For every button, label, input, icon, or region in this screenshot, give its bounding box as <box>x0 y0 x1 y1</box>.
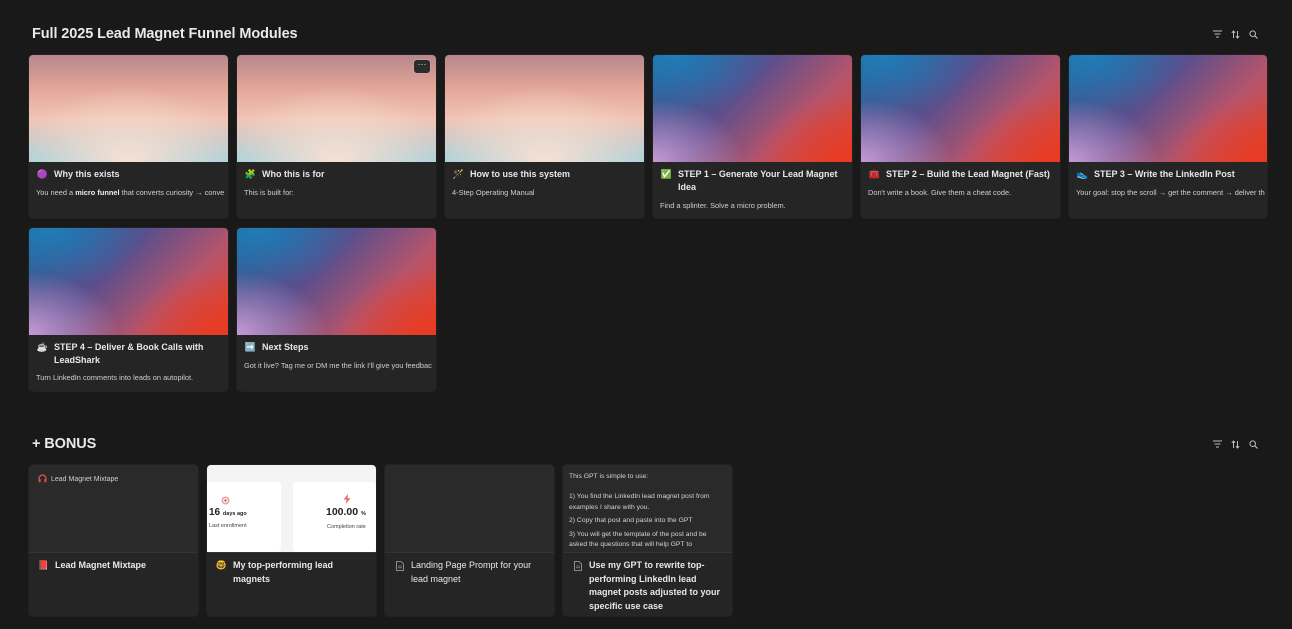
search-icon[interactable] <box>1248 29 1258 39</box>
card-title: Lead Magnet Mixtape <box>55 560 147 570</box>
magic-wand-icon: 🪄 <box>452 169 465 179</box>
module-card-step3[interactable]: 👟 STEP 3 – Write the LinkedIn Post Your g… <box>1069 55 1267 218</box>
cover-label: Lead Magnet Mixtape <box>38 474 118 485</box>
sort-icon[interactable] <box>1230 439 1240 449</box>
card-title: Why this exists <box>54 169 120 179</box>
bonus-card-mixtape[interactable]: Lead Magnet Mixtape 📕 Lead Magnet Mixtape <box>29 465 198 616</box>
bonus-card-top-lead-magnets[interactable]: 16 days ago Last enrollment 100.00 % Com… <box>207 465 376 616</box>
module-card-how[interactable]: 🪄 How to use this system 4-Step Operating… <box>445 55 644 218</box>
card-description: Got it live? Tag me or DM me the link I'… <box>244 361 432 370</box>
module-card-step1[interactable]: ✅ STEP 1 – Generate Your Lead Magnet Idea… <box>653 55 852 218</box>
card-title: Next Steps <box>262 342 309 352</box>
card-description: Find a splinter. Solve a micro problem. <box>660 201 786 210</box>
section-toolbar-bonus <box>1212 439 1258 449</box>
module-card-next-steps[interactable]: ➡️ Next Steps Got it live? Tag me or DM m… <box>237 228 436 391</box>
card-cover: This GPT is simple to use: 1) You find t… <box>563 465 732 553</box>
card-description: You need a micro funnel that converts cu… <box>36 188 225 197</box>
filter-icon[interactable] <box>1212 29 1222 39</box>
module-card-why[interactable]: 🟣 Why this exists You need a micro funnel… <box>29 55 228 218</box>
bonus-card-gpt-rewrite[interactable]: This GPT is simple to use: 1) You find t… <box>563 465 732 616</box>
card-cover <box>653 55 852 162</box>
sort-icon[interactable] <box>1230 29 1240 39</box>
puzzle-icon: 🧩 <box>244 169 257 179</box>
module-card-step4[interactable]: ☕ STEP 4 – Deliver & Book Calls with Lead… <box>29 228 228 391</box>
section-title-bonus: + BONUS <box>32 436 97 452</box>
card-cover: Lead Magnet Mixtape <box>29 465 198 553</box>
coffee-icon: ☕ <box>36 342 49 352</box>
card-description: Don't write a book. Give them a cheat co… <box>868 188 1012 197</box>
card-cover <box>861 55 1060 162</box>
card-cover <box>445 55 644 162</box>
search-icon[interactable] <box>1248 439 1258 449</box>
card-title: STEP 4 – Deliver & Book Calls with LeadS… <box>54 342 204 365</box>
sneaker-icon: 👟 <box>1076 169 1089 179</box>
card-title: STEP 2 – Build the Lead Magnet (Fast) <box>886 169 1050 179</box>
stat-last-enrollment: 16 days ago Last enrollment <box>207 482 281 552</box>
stat-label: Completion rate <box>327 524 366 530</box>
section-toolbar-modules <box>1212 29 1258 39</box>
module-card-who[interactable]: ··· 🧩 Who this is for This is built for: <box>237 55 436 218</box>
stat-value: 16 <box>209 507 221 518</box>
card-description: This is built for: <box>244 188 294 197</box>
stat-completion-rate: 100.00 % Completion rate <box>293 482 376 552</box>
page-icon <box>394 560 405 571</box>
stat-unit: % <box>361 511 366 517</box>
card-cover <box>29 55 228 162</box>
card-description: 4-Step Operating Manual <box>452 188 535 197</box>
card-title: STEP 1 – Generate Your Lead Magnet Idea <box>678 169 838 192</box>
card-cover <box>385 465 554 553</box>
right-arrow-icon: ➡️ <box>244 342 257 352</box>
stat-unit: days ago <box>222 511 247 517</box>
purple-circle-icon: 🟣 <box>36 169 49 179</box>
check-mark-icon: ✅ <box>660 169 673 179</box>
toolbox-icon: 🧰 <box>868 169 881 179</box>
card-title: STEP 3 – Write the LinkedIn Post <box>1094 169 1235 179</box>
card-description: Turn LinkedIn comments into leads on aut… <box>36 373 194 382</box>
stat-value: 100.00 <box>326 506 359 518</box>
card-cover <box>237 228 436 335</box>
card-title: My top-performing lead magnets <box>233 560 334 584</box>
section-title-modules: Full 2025 Lead Magnet Funnel Modules <box>32 26 298 42</box>
bonus-card-landing-page-prompt[interactable]: Landing Page Prompt for your lead magnet <box>385 465 554 616</box>
card-description: Your goal: stop the scroll → get the com… <box>1076 188 1265 197</box>
red-book-icon: 📕 <box>37 559 50 570</box>
card-title: Who this is for <box>262 169 325 179</box>
card-cover: 16 days ago Last enrollment 100.00 % Com… <box>207 465 376 553</box>
filter-icon[interactable] <box>1212 439 1222 449</box>
page-icon <box>572 560 583 571</box>
headphones-icon <box>38 474 47 485</box>
module-card-step2[interactable]: 🧰 STEP 2 – Build the Lead Magnet (Fast) D… <box>861 55 1060 218</box>
card-title: How to use this system <box>470 169 571 179</box>
stat-label: Last enrollment <box>209 523 247 529</box>
card-cover <box>1069 55 1267 162</box>
nerd-face-icon: 🤓 <box>215 559 228 570</box>
cover-text: This GPT is simple to use: 1) You find t… <box>569 473 710 549</box>
more-options-button[interactable]: ··· <box>414 60 430 73</box>
card-title: Use my GPT to rewrite top-performing Lin… <box>589 560 721 611</box>
card-cover <box>237 55 436 162</box>
card-cover <box>29 228 228 335</box>
card-title: Landing Page Prompt for your lead magnet <box>411 560 532 584</box>
